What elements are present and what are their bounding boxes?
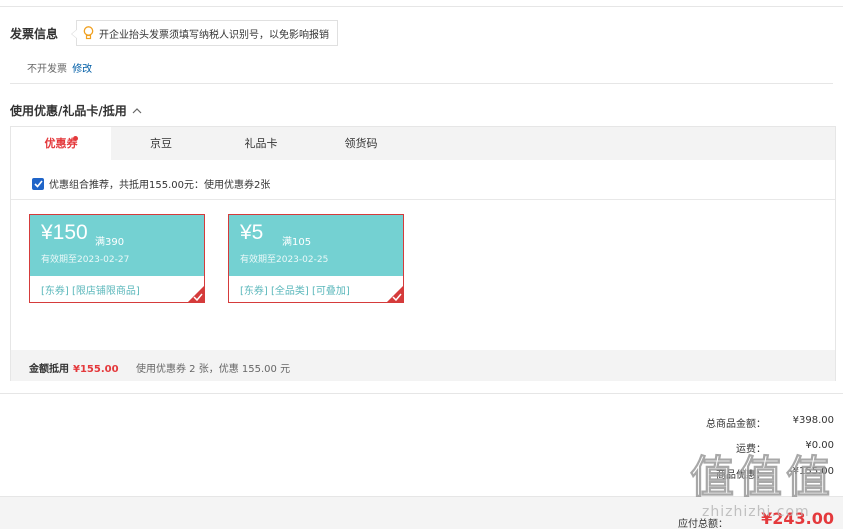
coupon-expiry: 有效期至2023-02-25 xyxy=(240,255,329,265)
top-divider xyxy=(0,6,843,7)
coupon-face: ¥5 满105 有效期至2023-02-25 xyxy=(229,215,403,276)
invoice-status: 不开发票 xyxy=(27,64,67,75)
discount-summary: 金额抵用 ¥155.00 使用优惠券 2 张，优惠 155.00 元 xyxy=(11,350,835,381)
invoice-title: 发票信息 xyxy=(10,27,59,41)
coupon-condition: 满105 xyxy=(282,237,312,248)
summary-description: 使用优惠券 2 张，优惠 155.00 元 xyxy=(136,364,291,375)
discount-tabs: 优惠券 京豆 礼品卡 领货码 xyxy=(11,127,835,160)
summary-value: ¥155.00 xyxy=(73,364,119,375)
invoice-status-row: 不开发票 修改 xyxy=(27,60,92,75)
divider xyxy=(10,83,833,84)
recommend-row: 优惠组合推荐，共抵用155.00元：使用优惠券2张 xyxy=(32,176,270,191)
coupon-amount: ¥5 xyxy=(240,221,264,244)
shipping-value: ¥0.00 xyxy=(805,440,834,451)
payable-value: ¥243.00 xyxy=(761,509,834,528)
edit-invoice-link[interactable]: 修改 xyxy=(72,64,92,75)
recommend-text: 优惠组合推荐，共抵用155.00元：使用优惠券2张 xyxy=(49,180,271,191)
goods-discount-row: 商品优惠： -¥155.00 xyxy=(666,466,834,481)
summary-label-group: 金额抵用 ¥155.00 xyxy=(29,360,119,375)
discount-section-header[interactable]: 使用优惠/礼品卡/抵用 xyxy=(10,102,142,119)
coupon-amount: ¥150 xyxy=(41,221,88,244)
tab-coupons[interactable]: 优惠券 xyxy=(11,127,111,160)
check-icon xyxy=(392,293,402,301)
payable-bar: 应付总额： ¥243.00 xyxy=(0,496,843,529)
shipping-row: 运费： ¥0.00 xyxy=(666,440,834,455)
coupon-card[interactable]: ¥150 满390 有效期至2023-02-27 [东券] [限店铺限商品] xyxy=(29,214,205,303)
invoice-tip-text: 开企业抬头发票须填写纳税人识别号，以免影响报销 xyxy=(99,29,329,41)
coupon-tags: [东券] [全品类] [可叠加] xyxy=(240,286,350,297)
discount-section-title: 使用优惠/礼品卡/抵用 xyxy=(10,104,127,118)
tab-giftcard[interactable]: 礼品卡 xyxy=(211,127,311,160)
coupon-expiry: 有效期至2023-02-27 xyxy=(41,255,130,265)
divider xyxy=(0,393,843,394)
chevron-up-icon xyxy=(132,107,142,113)
goods-discount-label: 商品优惠： xyxy=(716,470,766,481)
new-dot-badge xyxy=(73,136,78,141)
total-goods-row: 总商品金额： ¥398.00 xyxy=(666,415,834,430)
coupon-card[interactable]: ¥5 满105 有效期至2023-02-25 [东券] [全品类] [可叠加] xyxy=(228,214,404,303)
goods-discount-value: -¥155.00 xyxy=(789,466,834,477)
payable-label: 应付总额： xyxy=(678,519,728,529)
lightbulb-icon xyxy=(83,26,94,40)
divider xyxy=(11,199,835,200)
tab-redeem-code[interactable]: 领货码 xyxy=(311,127,411,160)
invoice-tip: 开企业抬头发票须填写纳税人识别号，以免影响报销 xyxy=(71,20,338,46)
coupon-condition: 满390 xyxy=(95,237,125,248)
shipping-label: 运费： xyxy=(736,444,766,455)
tab-jingdou[interactable]: 京豆 xyxy=(111,127,211,160)
discount-panel: 优惠券 京豆 礼品卡 领货码 优惠组合推荐，共抵用155.00元：使用优惠券2张… xyxy=(10,126,836,381)
recommend-checkbox[interactable] xyxy=(32,177,44,190)
total-goods-value: ¥398.00 xyxy=(792,415,834,426)
coupon-tags: [东券] [限店铺限商品] xyxy=(41,286,140,297)
check-icon xyxy=(193,293,203,301)
total-goods-label: 总商品金额： xyxy=(706,419,766,430)
check-icon xyxy=(33,179,43,188)
coupon-face: ¥150 满390 有效期至2023-02-27 xyxy=(30,215,204,276)
summary-label: 金额抵用 xyxy=(29,364,69,375)
